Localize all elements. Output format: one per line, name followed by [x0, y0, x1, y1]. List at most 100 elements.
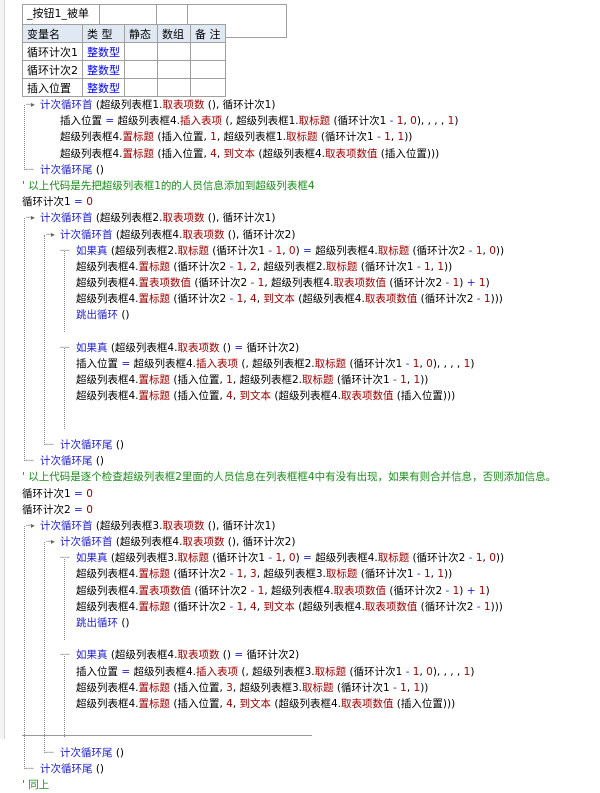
code-line[interactable]: ┄┄ 计次循环尾 () [0, 437, 600, 453]
code-text: 超级列表框4.置标题 (插入位置, 4, 到文本 (超级列表框4.取表项数值 (… [76, 697, 456, 710]
code-text: 超级列表框4.置标题 (循环计次2 - 1, 4, 到文本 (超级列表框4.取表… [76, 293, 503, 306]
code-text: 超级列表框4.置标题 (循环计次2 - 1, 4, 到文本 (超级列表框4.取表… [76, 600, 503, 613]
variable-static[interactable] [124, 78, 158, 97]
code-line[interactable]: 超级列表框4.置标题 (插入位置, 4, 到文本 (超级列表框4.取表项数值 (… [0, 146, 600, 162]
code-line[interactable]: ┄┄ 计次循环尾 () [0, 453, 600, 469]
code-text: 计次循环首 (超级列表框4.取表项数 (), 循环计次2) [60, 536, 296, 549]
code-line[interactable]: 超级列表框4.置标题 (插入位置, 4, 到文本 (超级列表框4.取表项数值 (… [0, 696, 600, 712]
code-line[interactable] [0, 405, 600, 421]
code-line[interactable]: 超级列表框4.置标题 (插入位置, 1, 超级列表框1.取标题 (循环计次1 -… [0, 129, 600, 145]
variable-type[interactable]: 整数型 [82, 78, 125, 97]
code-line[interactable] [0, 421, 600, 437]
loop-expand-icon[interactable]: ┄▸ [26, 210, 35, 226]
code-line[interactable]: 超级列表框4.置标题 (循环计次2 - 1, 3, 超级列表框3.取标题 (循环… [0, 566, 600, 582]
code-text: 跳出循环 () [76, 617, 130, 629]
code-line[interactable] [0, 631, 600, 647]
variable-row[interactable]: 循环计次2 整数型 [22, 60, 226, 79]
code-line[interactable]: ┄┄ 如果真 (超级列表框4.取表项数 () = 循环计次2) [0, 340, 600, 356]
code-line[interactable]: 超级列表框4.置标题 (循环计次2 - 1, 2, 超级列表框2.取标题 (循环… [0, 259, 600, 275]
variable-row[interactable]: 循环计次1 整数型 [22, 42, 226, 61]
code-line[interactable]: 超级列表框4.置标题 (插入位置, 1, 超级列表框2.取标题 (循环计次1 -… [0, 372, 600, 388]
code-line[interactable]: 超级列表框4.置表项数值 (循环计次2 - 1, 超级列表框4.取表项数值 (循… [0, 583, 600, 599]
variable-table: 变量名 类 型 静态 数组 备 注 循环计次1 整数型 循环计次2 整数型 插入… [22, 24, 226, 97]
code-text: 循环计次2 = 0 [22, 503, 93, 516]
code-comment-line[interactable]: ' 以上代码是先把超级列表框1的的人员信息添加到超级列表框4 [0, 178, 600, 194]
code-text: 计次循环尾 () [40, 455, 105, 468]
horizontal-scrollbar[interactable] [22, 735, 312, 738]
block-guide-line [24, 105, 25, 170]
code-line[interactable]: ┄┄ 如果真 (超级列表框2.取标题 (循环计次1 - 1, 0) = 超级列表框… [0, 243, 600, 259]
code-text: 计次循环尾 () [40, 163, 105, 176]
code-comment-line[interactable]: ' 同上 [0, 777, 600, 793]
code-text: 如果真 (超级列表框2.取标题 (循环计次1 - 1, 0) = 超级列表框4.… [76, 244, 505, 257]
code-text: ' 以上代码是逐个检查超级列表框2里面的人员信息在列表框框4中有没有出现，如果有… [22, 471, 557, 484]
code-text: 计次循环尾 () [60, 746, 125, 759]
code-text: 超级列表框4.置表项数值 (循环计次2 - 1, 超级列表框4.取表项数值 (循… [76, 584, 490, 597]
variable-row[interactable]: 插入位置 整数型 [22, 78, 226, 97]
variable-array[interactable] [157, 42, 191, 61]
variable-remark[interactable] [190, 60, 226, 79]
code-line[interactable]: 插入位置 = 超级列表框4.插入表项 (, 超级列表框1.取标题 (循环计次1 … [0, 113, 600, 129]
code-line[interactable]: ┄┄ 计次循环尾 () [0, 745, 600, 761]
code-text: 如果真 (超级列表框4.取表项数 () = 循环计次2) [76, 341, 300, 354]
code-text: 计次循环首 (超级列表框3.取表项数 (), 循环计次1) [40, 519, 276, 532]
code-line[interactable]: 超级列表框4.置标题 (插入位置, 4, 到文本 (超级列表框4.取表项数值 (… [0, 388, 600, 404]
code-text: 计次循环首 (超级列表框4.取表项数 (), 循环计次2) [60, 228, 296, 241]
code-line[interactable]: ┄▸ 计次循环首 (超级列表框4.取表项数 (), 循环计次2) [0, 534, 600, 550]
code-line[interactable]: ┄┄ 计次循环尾 () [0, 761, 600, 777]
code-text: 超级列表框4.置标题 (插入位置, 4, 到文本 (超级列表框4.取表项数值 (… [76, 390, 456, 403]
code-line[interactable]: ┄▸ 计次循环首 (超级列表框4.取表项数 (), 循环计次2) [0, 227, 600, 243]
variable-name[interactable]: 循环计次2 [22, 60, 83, 79]
header-name: 变量名 [22, 24, 83, 43]
variable-type[interactable]: 整数型 [82, 60, 125, 79]
code-comment-line[interactable]: ' 以上代码是逐个检查超级列表框2里面的人员信息在列表框框4中有没有出现，如果有… [0, 469, 600, 485]
code-line[interactable] [0, 712, 600, 728]
block-connector-icon: ┄┄ [44, 439, 54, 449]
variable-type[interactable]: 整数型 [82, 42, 125, 61]
loop-expand-icon[interactable]: ┄▸ [46, 227, 55, 243]
code-line[interactable]: 跳出循环 () [0, 307, 600, 323]
code-line[interactable]: ┄┄ 如果真 (超级列表框4.取表项数 () = 循环计次2) [0, 647, 600, 663]
block-guide-line [64, 558, 65, 640]
code-line[interactable]: 超级列表框4.置标题 (循环计次2 - 1, 4, 到文本 (超级列表框4.取表… [0, 599, 600, 615]
code-line[interactable]: 超级列表框4.置标题 (循环计次2 - 1, 4, 到文本 (超级列表框4.取表… [0, 291, 600, 307]
code-text: 超级列表框4.置标题 (插入位置, 4, 到文本 (超级列表框4.取表项数值 (… [60, 147, 440, 160]
code-line[interactable]: 插入位置 = 超级列表框4.插入表项 (, 超级列表框2.取标题 (循环计次1 … [0, 356, 600, 372]
code-line[interactable] [0, 324, 600, 340]
loop-expand-icon[interactable]: ┄▸ [26, 518, 35, 534]
code-line[interactable]: 超级列表框4.置标题 (插入位置, 3, 超级列表框3.取标题 (循环计次1 -… [0, 680, 600, 696]
code-text: 如果真 (超级列表框4.取表项数 () = 循环计次2) [76, 649, 300, 662]
variable-array[interactable] [157, 60, 191, 79]
code-line[interactable]: 跳出循环 () [0, 615, 600, 631]
code-line[interactable]: ┄┄ 如果真 (超级列表框3.取标题 (循环计次1 - 1, 0) = 超级列表框… [0, 550, 600, 566]
block-connector-icon: ┄┄ [24, 456, 34, 466]
code-editor[interactable]: ┄▸ 计次循环首 (超级列表框1.取表项数 (), 循环计次1) 插入位置 = 超级… [0, 97, 600, 793]
code-line[interactable]: ┄┄ 计次循环尾 () [0, 162, 600, 178]
code-line[interactable]: 循环计次2 = 0 [0, 502, 600, 518]
variable-array[interactable] [157, 78, 191, 97]
block-guide-line [64, 250, 65, 332]
code-line[interactable]: 插入位置 = 超级列表框4.插入表项 (, 超级列表框3.取标题 (循环计次1 … [0, 664, 600, 680]
variable-static[interactable] [124, 42, 158, 61]
code-text: 插入位置 = 超级列表框4.插入表项 (, 超级列表框2.取标题 (循环计次1 … [76, 358, 475, 370]
code-text: ' 以上代码是先把超级列表框1的的人员信息添加到超级列表框4 [22, 179, 315, 192]
header-type: 类 型 [82, 24, 125, 43]
loop-expand-icon[interactable]: ┄▸ [26, 97, 35, 113]
loop-expand-icon[interactable]: ┄▸ [46, 534, 55, 550]
code-line[interactable]: 循环计次1 = 0 [0, 194, 600, 210]
code-text: 超级列表框4.置标题 (插入位置, 3, 超级列表框3.取标题 (循环计次1 -… [76, 681, 429, 694]
code-line[interactable]: ┄▸ 计次循环首 (超级列表框3.取表项数 (), 循环计次1) [0, 518, 600, 534]
variable-name[interactable]: 循环计次1 [22, 42, 83, 61]
variable-remark[interactable] [190, 42, 226, 61]
variable-static[interactable] [124, 60, 158, 79]
variable-remark[interactable] [190, 78, 226, 97]
variable-name[interactable]: 插入位置 [22, 78, 83, 97]
code-text: 超级列表框4.置标题 (循环计次2 - 1, 3, 超级列表框3.取标题 (循环… [76, 568, 453, 581]
code-line[interactable]: 循环计次1 = 0 [0, 486, 600, 502]
header-array: 数组 [157, 24, 191, 43]
block-guide-line [24, 526, 25, 770]
code-line[interactable]: 超级列表框4.置表项数值 (循环计次2 - 1, 超级列表框4.取表项数值 (循… [0, 275, 600, 291]
code-line[interactable]: ┄▸ 计次循环首 (超级列表框1.取表项数 (), 循环计次1) [0, 97, 600, 113]
code-text: 如果真 (超级列表框3.取标题 (循环计次1 - 1, 0) = 超级列表框4.… [76, 552, 505, 565]
code-line[interactable]: ┄▸ 计次循环首 (超级列表框2.取表项数 (), 循环计次1) [0, 210, 600, 226]
